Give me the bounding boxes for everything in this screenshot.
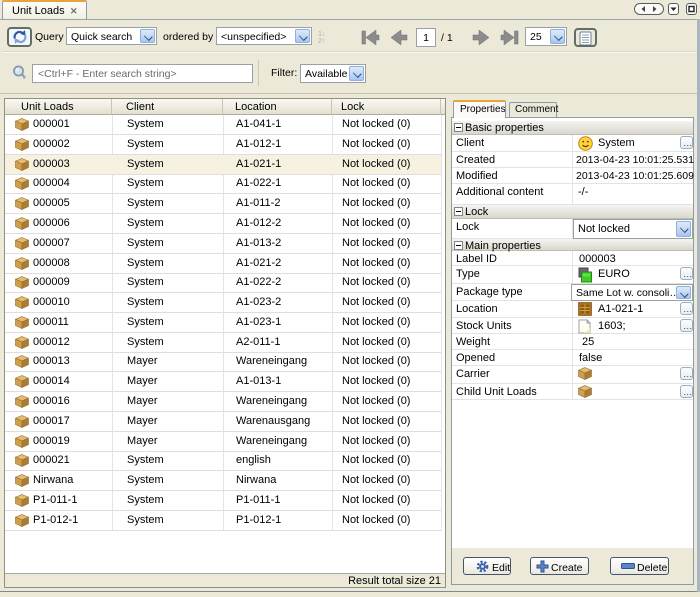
svg-text:1↓: 1↓ [318, 31, 325, 38]
svg-text:2↑: 2↑ [318, 38, 325, 44]
